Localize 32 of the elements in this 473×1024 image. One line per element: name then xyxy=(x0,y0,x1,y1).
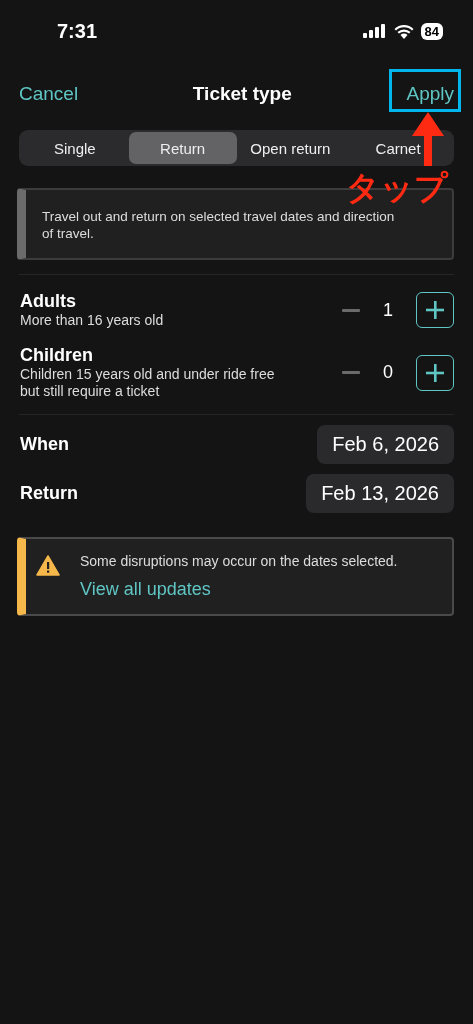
ticket-type-tab[interactable]: Carnet xyxy=(344,132,452,164)
cancel-button[interactable]: Cancel xyxy=(19,83,79,105)
battery-level: 84 xyxy=(420,22,443,40)
status-time: 7:31 xyxy=(57,19,98,43)
signal-icon xyxy=(362,24,387,38)
passenger-type: Adults xyxy=(20,291,77,312)
warning-text: Some disruptions may occur on the dates selected. xyxy=(80,553,398,569)
passenger-type: Children xyxy=(20,345,94,366)
passenger-count: 1 xyxy=(382,299,394,321)
minus-icon[interactable] xyxy=(342,308,360,312)
plus-icon xyxy=(425,362,445,383)
date-button[interactable]: Feb 6, 2026 xyxy=(317,425,454,464)
date-button[interactable]: Feb 13, 2026 xyxy=(306,474,454,513)
passenger-note: More than 16 years old xyxy=(20,312,165,329)
ticket-type-tab[interactable]: Open return xyxy=(236,132,345,164)
date-label: When xyxy=(20,434,69,455)
highlight-frame xyxy=(389,69,461,112)
plus-button[interactable] xyxy=(416,292,454,328)
passenger-note: Children 15 years old and under ride free but still require a ticket xyxy=(20,366,276,400)
ticket-type-tab[interactable]: Single xyxy=(21,132,129,164)
view-updates-link[interactable]: View all updates xyxy=(80,579,398,600)
apply-button[interactable]: Apply xyxy=(406,83,454,105)
warning-icon xyxy=(36,555,60,576)
wifi-icon xyxy=(393,23,414,39)
date-label: Return xyxy=(20,483,78,504)
passenger-count: 0 xyxy=(382,362,394,383)
plus-button[interactable] xyxy=(416,354,454,391)
ticket-type-tab[interactable]: Return xyxy=(128,132,237,164)
annotation-text: タップ xyxy=(346,167,448,209)
plus-icon xyxy=(425,300,445,320)
description-text: Travel out and return on selected travel dates and direction of travel. xyxy=(42,208,396,242)
screen-title: Ticket type xyxy=(192,83,292,105)
